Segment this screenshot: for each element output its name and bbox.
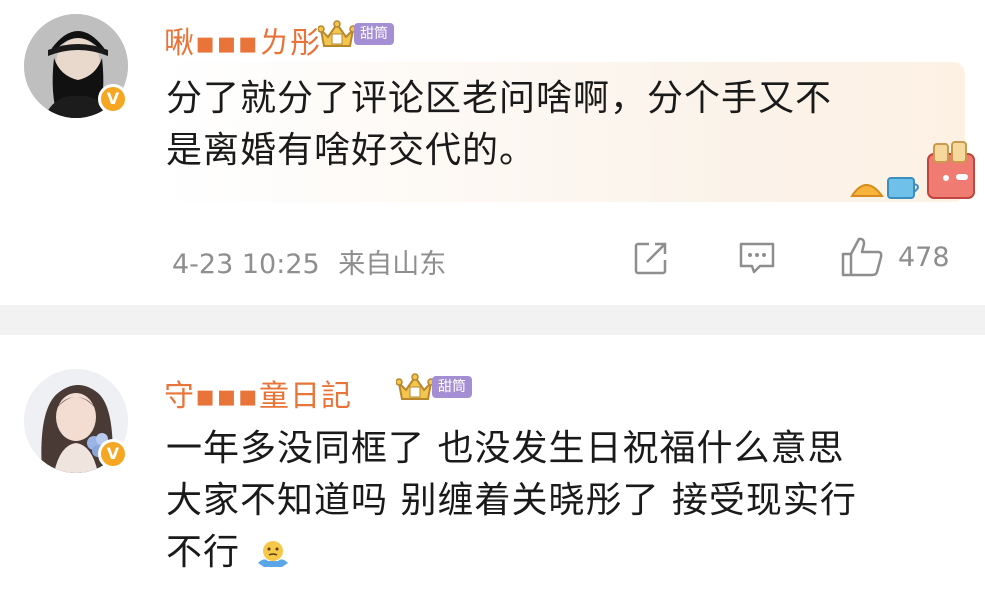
crown-icon [396, 373, 434, 400]
username[interactable]: 守▪▪▪童日記 [164, 371, 352, 415]
comment-line: 不行 [166, 527, 857, 579]
comment-time: 4-23 10:25 [172, 249, 320, 280]
comment-card: V 守▪▪▪童日記 甜筒 一年多没同框了 也没发生日祝福什么意思 大家不知道吗 … [0, 335, 985, 598]
verified-badge: V [98, 439, 128, 469]
comment-text: 分了就分了评论区老问啥啊，分个手又不 是离婚有啥好交代的。 [166, 73, 832, 177]
shrug-emoji-icon [258, 541, 289, 567]
comment-divider [0, 305, 985, 335]
comment-line: 一年多没同框了 也没发生日祝福什么意思 [166, 428, 845, 469]
fan-tag: 甜筒 [354, 23, 394, 45]
comment-meta: 4-23 10:25 来自山东 [172, 242, 446, 281]
comment-line-text: 不行 [166, 532, 241, 573]
comment-icon[interactable] [738, 240, 776, 276]
comment-line: 分了就分了评论区老问啥啊，分个手又不 [166, 78, 833, 119]
verified-badge: V [98, 84, 128, 114]
comment-line: 大家不知道吗 别缠着关晓彤了 接受现实行 [166, 480, 857, 521]
comment-card: V 啾▪▪▪ㄌ彤 甜筒 分了就分了评论区老问啥啊，分个手又不 是离婚有啥好交代的… [0, 0, 985, 305]
share-icon[interactable] [633, 240, 669, 276]
comment-location: 来自山东 [338, 249, 447, 280]
comment-line: 是离婚有啥好交代的。 [166, 130, 537, 171]
like-icon[interactable] [840, 236, 884, 278]
fan-tag: 甜筒 [432, 376, 472, 398]
breakfast-sticker-icon [850, 141, 975, 199]
crown-icon [318, 20, 356, 47]
username[interactable]: 啾▪▪▪ㄌ彤 [164, 18, 321, 62]
like-count: 478 [898, 242, 950, 273]
comment-text: 一年多没同框了 也没发生日祝福什么意思 大家不知道吗 别缠着关晓彤了 接受现实行… [166, 423, 857, 579]
